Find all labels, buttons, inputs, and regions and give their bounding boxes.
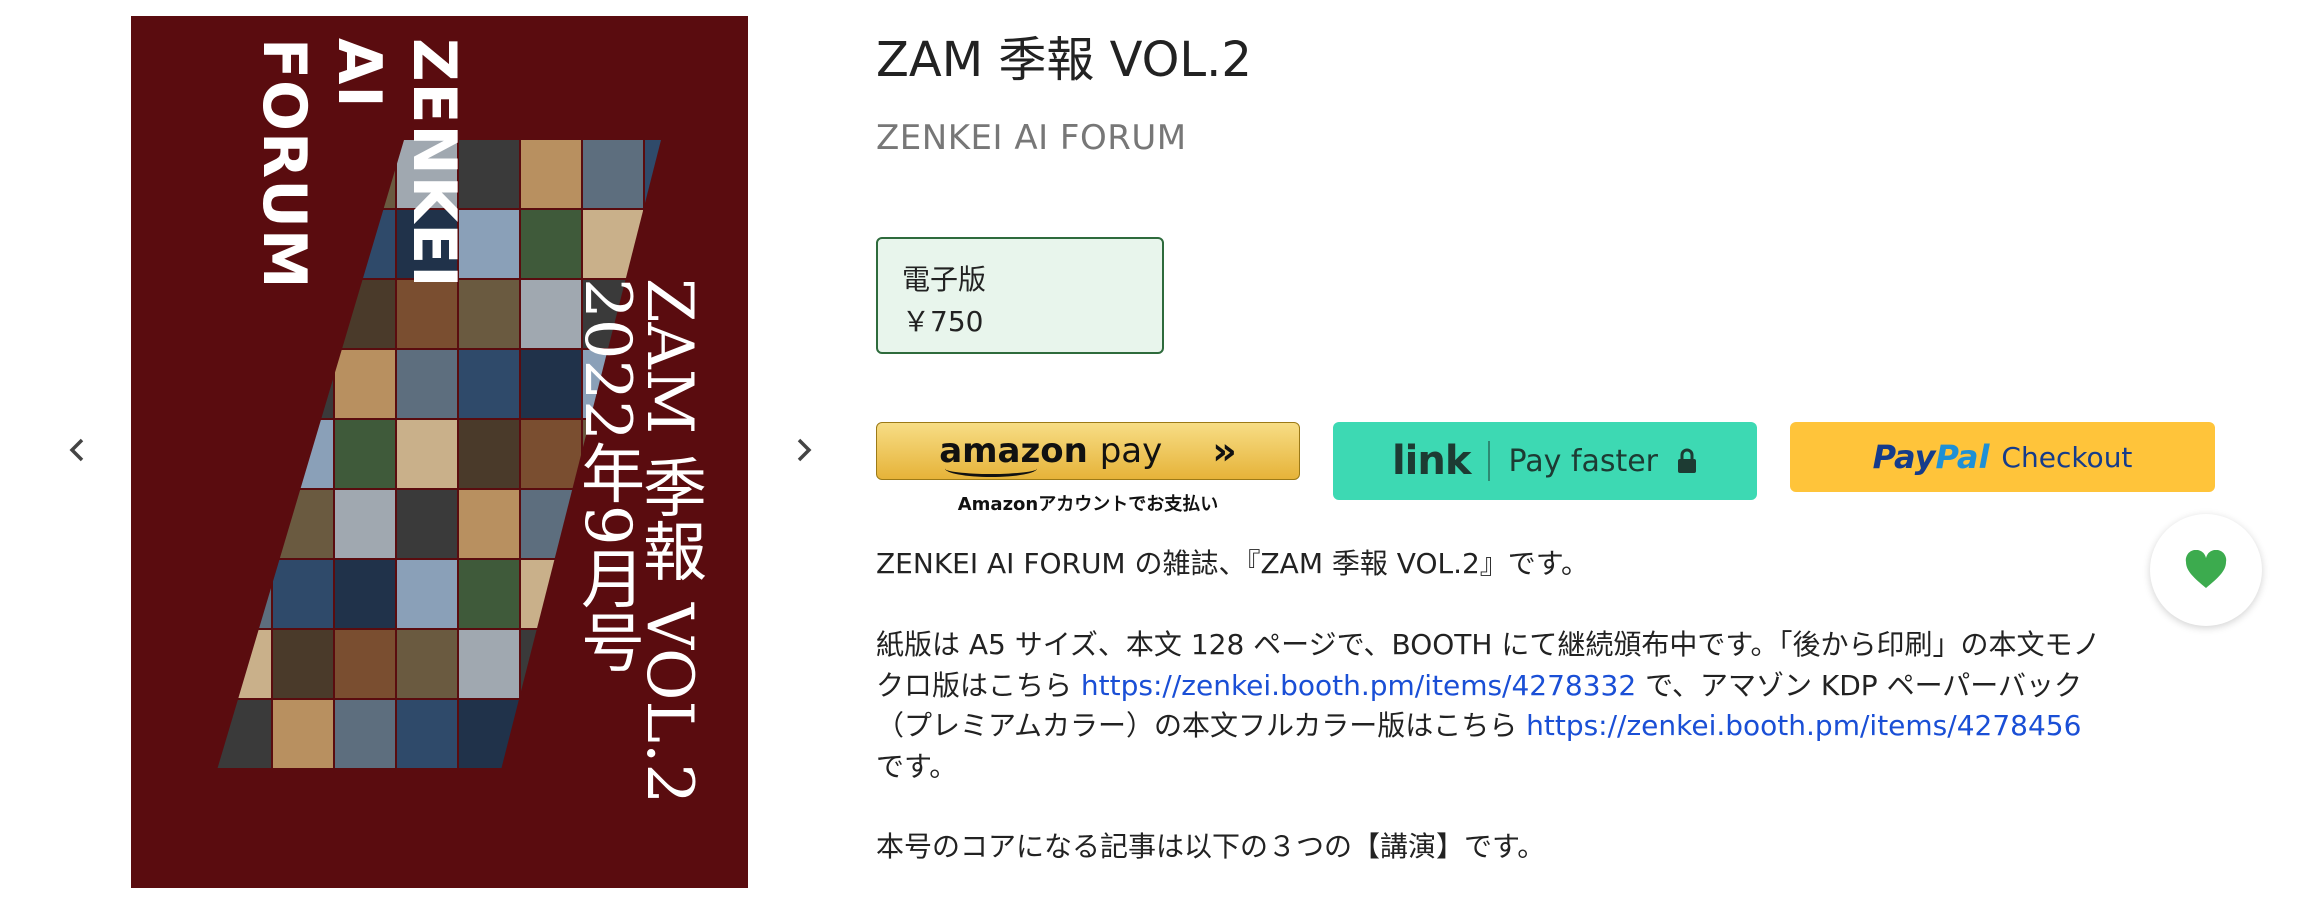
mosaic-tile — [217, 350, 271, 418]
product-title: ZAM 季報 VOL.2 — [876, 32, 1252, 88]
paypal-checkout-button[interactable]: PayPal Checkout — [1790, 422, 2215, 492]
mosaic-tile — [217, 420, 271, 488]
mosaic-tile — [273, 630, 333, 698]
mosaic-tile — [645, 140, 661, 208]
description-paragraph: 紙版は A5 サイズ、本文 128 ページで、BOOTH にて継続頒布中です。「… — [876, 628, 2101, 783]
mosaic-tile — [217, 630, 271, 698]
mosaic-tile — [397, 420, 457, 488]
mosaic-tile — [335, 560, 395, 628]
description-paragraph: ZENKEI AI FORUM の雑誌、『ZAM 季報 VOL.2』です。 — [876, 547, 1590, 580]
variant-option-ebook[interactable]: 電子版 ￥750 — [876, 237, 1164, 354]
mosaic-tile — [273, 700, 333, 768]
mosaic-tile — [645, 210, 661, 278]
mosaic-tile — [335, 700, 395, 768]
mosaic-tile — [217, 560, 271, 628]
link-logo: link — [1391, 438, 1471, 484]
next-image-button[interactable] — [784, 430, 824, 470]
mosaic-tile — [335, 630, 395, 698]
mosaic-tile — [459, 700, 519, 768]
mosaic-tile — [459, 630, 519, 698]
mosaic-tile — [521, 210, 581, 278]
description-paragraph: 本号のコアになる記事は以下の３つの【講演】です。 — [876, 830, 1546, 863]
mosaic-tile — [335, 490, 395, 558]
booth-link-fullcolor[interactable]: https://zenkei.booth.pm/items/4278456 — [1526, 709, 2081, 742]
mosaic-tile — [335, 420, 395, 488]
shop-name-link[interactable]: ZENKEI AI FORUM — [876, 118, 1187, 158]
mosaic-tile — [397, 350, 457, 418]
chevron-left-icon — [69, 438, 84, 462]
heart-icon — [2185, 550, 2227, 588]
mosaic-tile — [521, 140, 581, 208]
link-pay-label: Pay faster — [1508, 443, 1659, 479]
lock-icon — [1678, 448, 1697, 473]
mosaic-tile — [217, 490, 271, 558]
paypal-logo: PayPal — [1872, 438, 1990, 476]
paypal-checkout-label: Checkout — [2001, 440, 2133, 474]
mosaic-tile — [583, 210, 643, 278]
mosaic-tile — [273, 350, 333, 418]
variant-name: 電子版 — [902, 263, 987, 296]
product-cover-image: ZENKEI AI FORUM ZAM 季報 VOL.2 2022年9月号 — [131, 16, 748, 888]
cover-brand-text: ZENKEI AI FORUM — [249, 38, 469, 290]
variant-price: ￥750 — [902, 305, 984, 338]
cover-title-text: ZAM 季報 VOL.2 2022年9月号 — [570, 278, 706, 805]
prev-image-button[interactable] — [57, 430, 97, 470]
mosaic-tile — [217, 700, 271, 768]
mosaic-tile — [273, 420, 333, 488]
mosaic-tile — [459, 420, 519, 488]
favorite-button[interactable] — [2150, 514, 2262, 626]
mosaic-tile — [273, 560, 333, 628]
double-chevron-icon: » — [1212, 429, 1237, 473]
amazon-pay-caption: Amazonアカウントでお支払い — [957, 494, 1219, 515]
mosaic-tile — [583, 140, 643, 208]
mosaic-tile — [397, 700, 457, 768]
mosaic-tile — [397, 630, 457, 698]
chevron-right-icon — [797, 438, 812, 462]
mosaic-tile — [397, 490, 457, 558]
link-pay-button[interactable]: link Pay faster — [1333, 422, 1757, 500]
mosaic-tile — [459, 350, 519, 418]
mosaic-tile — [335, 350, 395, 418]
mosaic-tile — [397, 560, 457, 628]
mosaic-tile — [521, 700, 581, 768]
link-divider — [1488, 441, 1491, 481]
amazon-pay-logo: amazon pay — [939, 431, 1162, 477]
mosaic-tile — [273, 490, 333, 558]
mosaic-tile — [459, 490, 519, 558]
amazon-pay-button[interactable]: amazon pay » — [876, 422, 1300, 480]
mosaic-tile — [459, 560, 519, 628]
booth-link-monochrome[interactable]: https://zenkei.booth.pm/items/4278332 — [1081, 669, 1636, 702]
